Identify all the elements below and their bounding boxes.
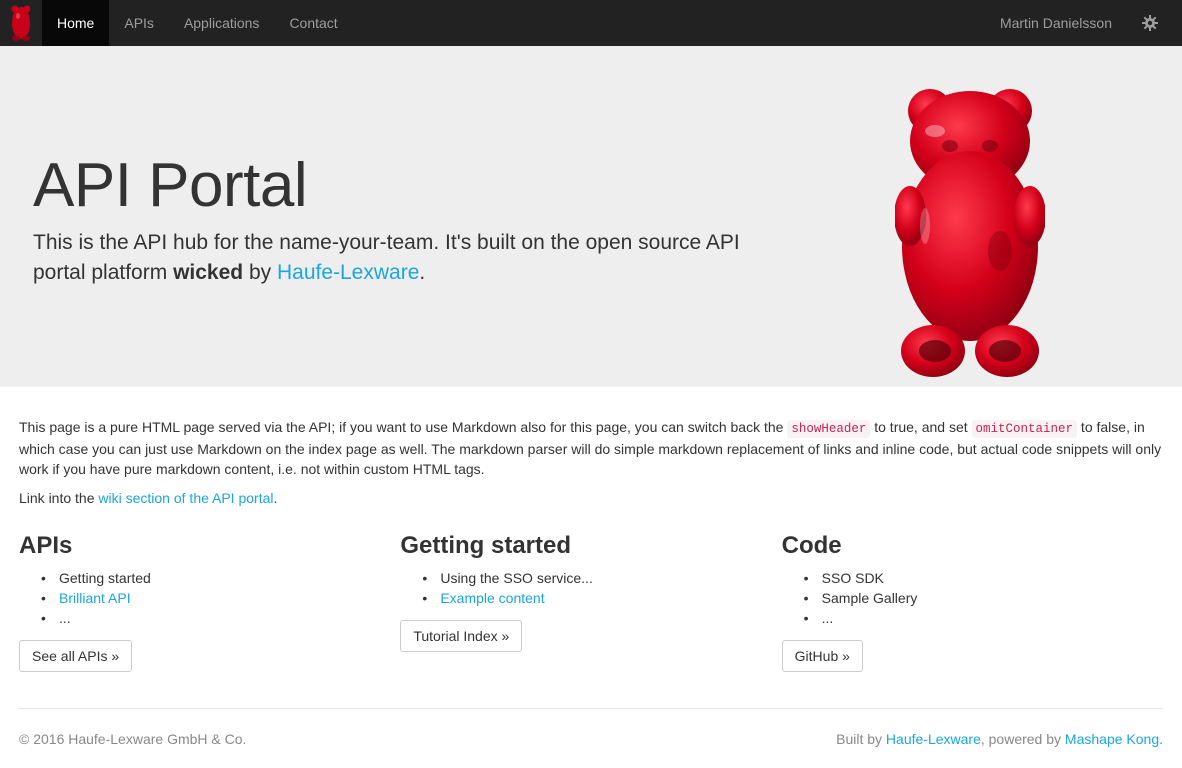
haufe-lexware-link[interactable]: Haufe-Lexware (277, 261, 419, 284)
list-item: ... (804, 608, 1163, 628)
copyright: © 2016 Haufe-Lexware GmbH & Co. (19, 731, 247, 747)
list-item-link[interactable]: Brilliant API (41, 588, 400, 608)
mashape-kong-link[interactable]: Mashape Kong (1065, 731, 1159, 747)
list-item-link[interactable]: Example content (422, 588, 781, 608)
column-list: SSO SDK Sample Gallery ... (804, 568, 1163, 628)
nav-user-menu[interactable]: Martin Danielsson (985, 0, 1134, 46)
list-item: Using the SSO service... (422, 568, 781, 588)
column-list: Using the SSO service... Example content (422, 568, 781, 608)
footer-end: . (1159, 731, 1163, 747)
footer-credits: Built by Haufe-Lexware, powered by Masha… (836, 731, 1163, 747)
column-title: Getting started (400, 532, 572, 559)
list-item: SSO SDK (804, 568, 1163, 588)
nav-contact[interactable]: Contact (274, 0, 352, 46)
jumbotron-lead: This is the API hub for the name-your-te… (33, 228, 773, 288)
feature-columns: APIs Getting started Brilliant API ... S… (19, 532, 1163, 672)
main-content: This page is a pure HTML page served via… (0, 387, 1182, 672)
gummy-bear-logo-icon (11, 5, 31, 41)
intro-paragraph: This page is a pure HTML page served via… (19, 417, 1163, 479)
footer: © 2016 Haufe-Lexware GmbH & Co. Built by… (19, 708, 1163, 747)
wiki-link[interactable]: wiki section of the API portal (98, 490, 273, 506)
column-title: Code (781, 532, 842, 559)
list-item: Sample Gallery (804, 588, 1163, 608)
brand-logo[interactable] (0, 0, 42, 46)
code-omitcontainer: omitContainer (971, 420, 1078, 438)
github-button[interactable]: GitHub » (781, 640, 863, 672)
navbar: Home APIs Applications Contact Martin Da… (0, 0, 1182, 46)
nav-home[interactable]: Home (42, 0, 110, 46)
page-title: API Portal (33, 151, 308, 220)
built-by-text: Built by (836, 731, 886, 747)
tutorial-index-button[interactable]: Tutorial Index » (400, 620, 523, 652)
code-showheader: showHeader (787, 420, 871, 438)
lead-bold: wicked (173, 261, 244, 284)
intro-text-a: This page is a pure HTML page served via… (19, 419, 788, 435)
column-getting-started: Getting started Using the SSO service...… (400, 532, 781, 672)
intro-text-b: to true, and set (870, 419, 972, 435)
lead-text-3: . (419, 261, 426, 284)
see-all-apis-button[interactable]: See all APIs » (19, 640, 133, 672)
jumbotron: API Portal This is the API hub for the n… (0, 46, 1182, 387)
column-code: Code SSO SDK Sample Gallery ... GitHub » (781, 532, 1163, 672)
column-title: APIs (19, 532, 73, 559)
gummy-bear-image (895, 89, 1045, 377)
list-item: ... (41, 608, 400, 628)
nav-apis[interactable]: APIs (109, 0, 169, 46)
lead-text-2: by (243, 261, 277, 284)
gear-icon (1142, 15, 1158, 31)
column-apis: APIs Getting started Brilliant API ... S… (19, 532, 400, 672)
wiki-text-b: . (273, 490, 278, 506)
footer-haufe-link[interactable]: Haufe-Lexware (886, 731, 981, 747)
wiki-paragraph: Link into the wiki section of the API po… (19, 488, 1163, 508)
powered-by-text: , powered by (980, 731, 1065, 747)
wiki-text-a: Link into the (19, 490, 99, 506)
settings-button[interactable] (1134, 0, 1182, 46)
list-item: Getting started (41, 568, 400, 588)
column-list: Getting started Brilliant API ... (41, 568, 400, 628)
nav-applications[interactable]: Applications (169, 0, 275, 46)
